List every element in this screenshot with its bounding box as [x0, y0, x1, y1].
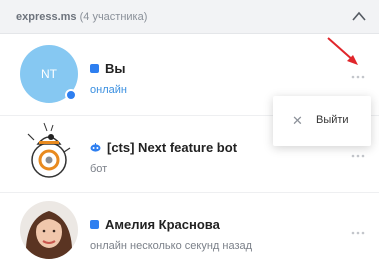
member-context-menu: ✕ Выйти: [273, 96, 371, 146]
member-row-user[interactable]: Амелия Краснова онлайн несколько секунд …: [0, 192, 379, 267]
member-status: онлайн несколько секунд назад: [90, 240, 253, 252]
more-options-icon[interactable]: [351, 231, 365, 235]
close-icon: ✕: [292, 113, 303, 128]
group-title: express.ms (4 участника): [16, 11, 147, 23]
member-name-line: Вы: [90, 61, 126, 76]
member-name-line: Амелия Краснова: [90, 217, 220, 232]
chevron-up-icon[interactable]: [351, 10, 367, 22]
leave-menu-item[interactable]: Выйти: [316, 114, 349, 127]
group-name: express.ms: [16, 11, 77, 23]
member-count: (4 участника): [79, 11, 148, 23]
online-indicator: [65, 89, 77, 101]
member-name: Вы: [105, 61, 126, 76]
member-name-line: [cts] Next feature bot: [90, 140, 237, 155]
user-icon: [90, 220, 99, 229]
more-options-icon[interactable]: [351, 75, 365, 79]
bot-icon: [90, 143, 101, 152]
annotation-arrow-icon: [327, 37, 358, 65]
more-options-icon[interactable]: [351, 154, 365, 158]
group-header: express.ms (4 участника): [0, 0, 379, 34]
bot-avatar: [20, 122, 78, 182]
member-status: бот: [90, 163, 108, 175]
member-status: онлайн: [90, 84, 127, 96]
member-name: Амелия Краснова: [105, 217, 220, 232]
user-photo-avatar: [20, 201, 78, 259]
user-icon: [90, 64, 99, 73]
member-name: [cts] Next feature bot: [107, 140, 238, 155]
avatar: NT: [20, 45, 78, 103]
